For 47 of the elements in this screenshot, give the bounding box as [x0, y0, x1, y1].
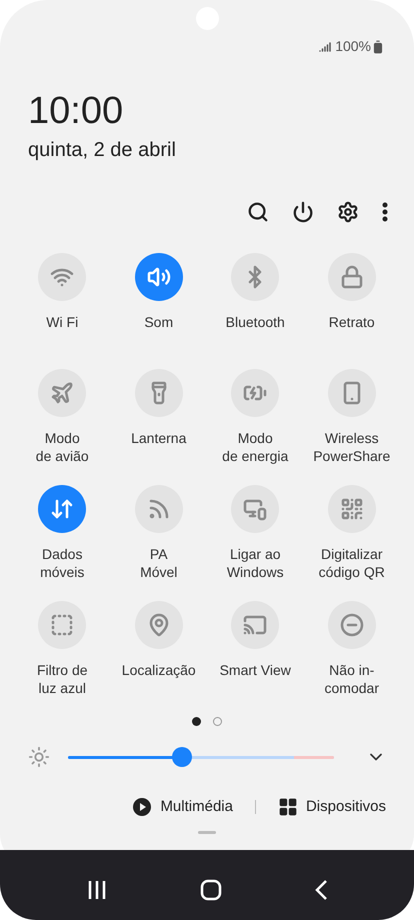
play-icon	[132, 797, 152, 818]
cast-icon	[243, 613, 268, 637]
power-icon	[292, 201, 314, 223]
date-text: quinta, 2 de abril	[28, 138, 176, 163]
settings-button[interactable]	[337, 201, 359, 223]
tile-label: Digitalizar código QR	[318, 545, 385, 581]
tile-label: Modo de avião	[36, 429, 89, 465]
arrows-icon	[50, 497, 74, 521]
tile-label: Lanterna	[131, 429, 186, 447]
search-button[interactable]	[247, 201, 269, 223]
drag-handle[interactable]	[198, 830, 216, 834]
speaker-icon	[146, 265, 171, 289]
tile-label: Filtro de luz azul	[36, 661, 88, 697]
more-button[interactable]	[382, 202, 388, 222]
grid-icon	[278, 797, 298, 818]
settings-icon	[337, 201, 359, 223]
recent-apps-button[interactable]	[86, 880, 108, 900]
minus-circle-icon	[340, 613, 364, 637]
tile-label: Som	[144, 313, 174, 331]
qr-code-icon	[340, 497, 364, 521]
back-button[interactable]	[314, 879, 328, 901]
tile-label: Retrato	[328, 313, 375, 331]
tile-label: Wireless PowerShare	[313, 429, 390, 465]
airplane-icon	[50, 381, 74, 405]
tile-label: Dados móveis	[40, 545, 84, 581]
tile-label: Modo de energia	[222, 429, 288, 465]
clock-time: 10:00	[28, 89, 124, 133]
tile-label: PA Móvel	[140, 545, 178, 581]
more-icon	[382, 202, 388, 222]
tile-label: Bluetooth	[226, 313, 285, 331]
tile-label: Smart View	[220, 661, 291, 679]
brightness-slider[interactable]	[68, 747, 334, 767]
power-button[interactable]	[292, 201, 314, 223]
search-icon	[247, 201, 269, 223]
devices-button[interactable]: Dispositivos	[278, 796, 386, 818]
home-button[interactable]	[200, 879, 222, 901]
media-button[interactable]: Multimédia	[132, 796, 233, 818]
tile-label: Não in- comodar	[324, 661, 379, 697]
battery-icon	[371, 40, 385, 54]
tile-label: Ligar ao Windows	[226, 545, 284, 581]
signal-icon	[319, 40, 332, 52]
battery-percent: 100%	[335, 37, 371, 56]
devices-icon	[243, 497, 268, 521]
lock-icon	[340, 265, 364, 289]
tile-label: Wi Fi	[46, 313, 78, 331]
brightness-icon	[28, 746, 50, 768]
tile-label: Localização	[122, 661, 196, 679]
